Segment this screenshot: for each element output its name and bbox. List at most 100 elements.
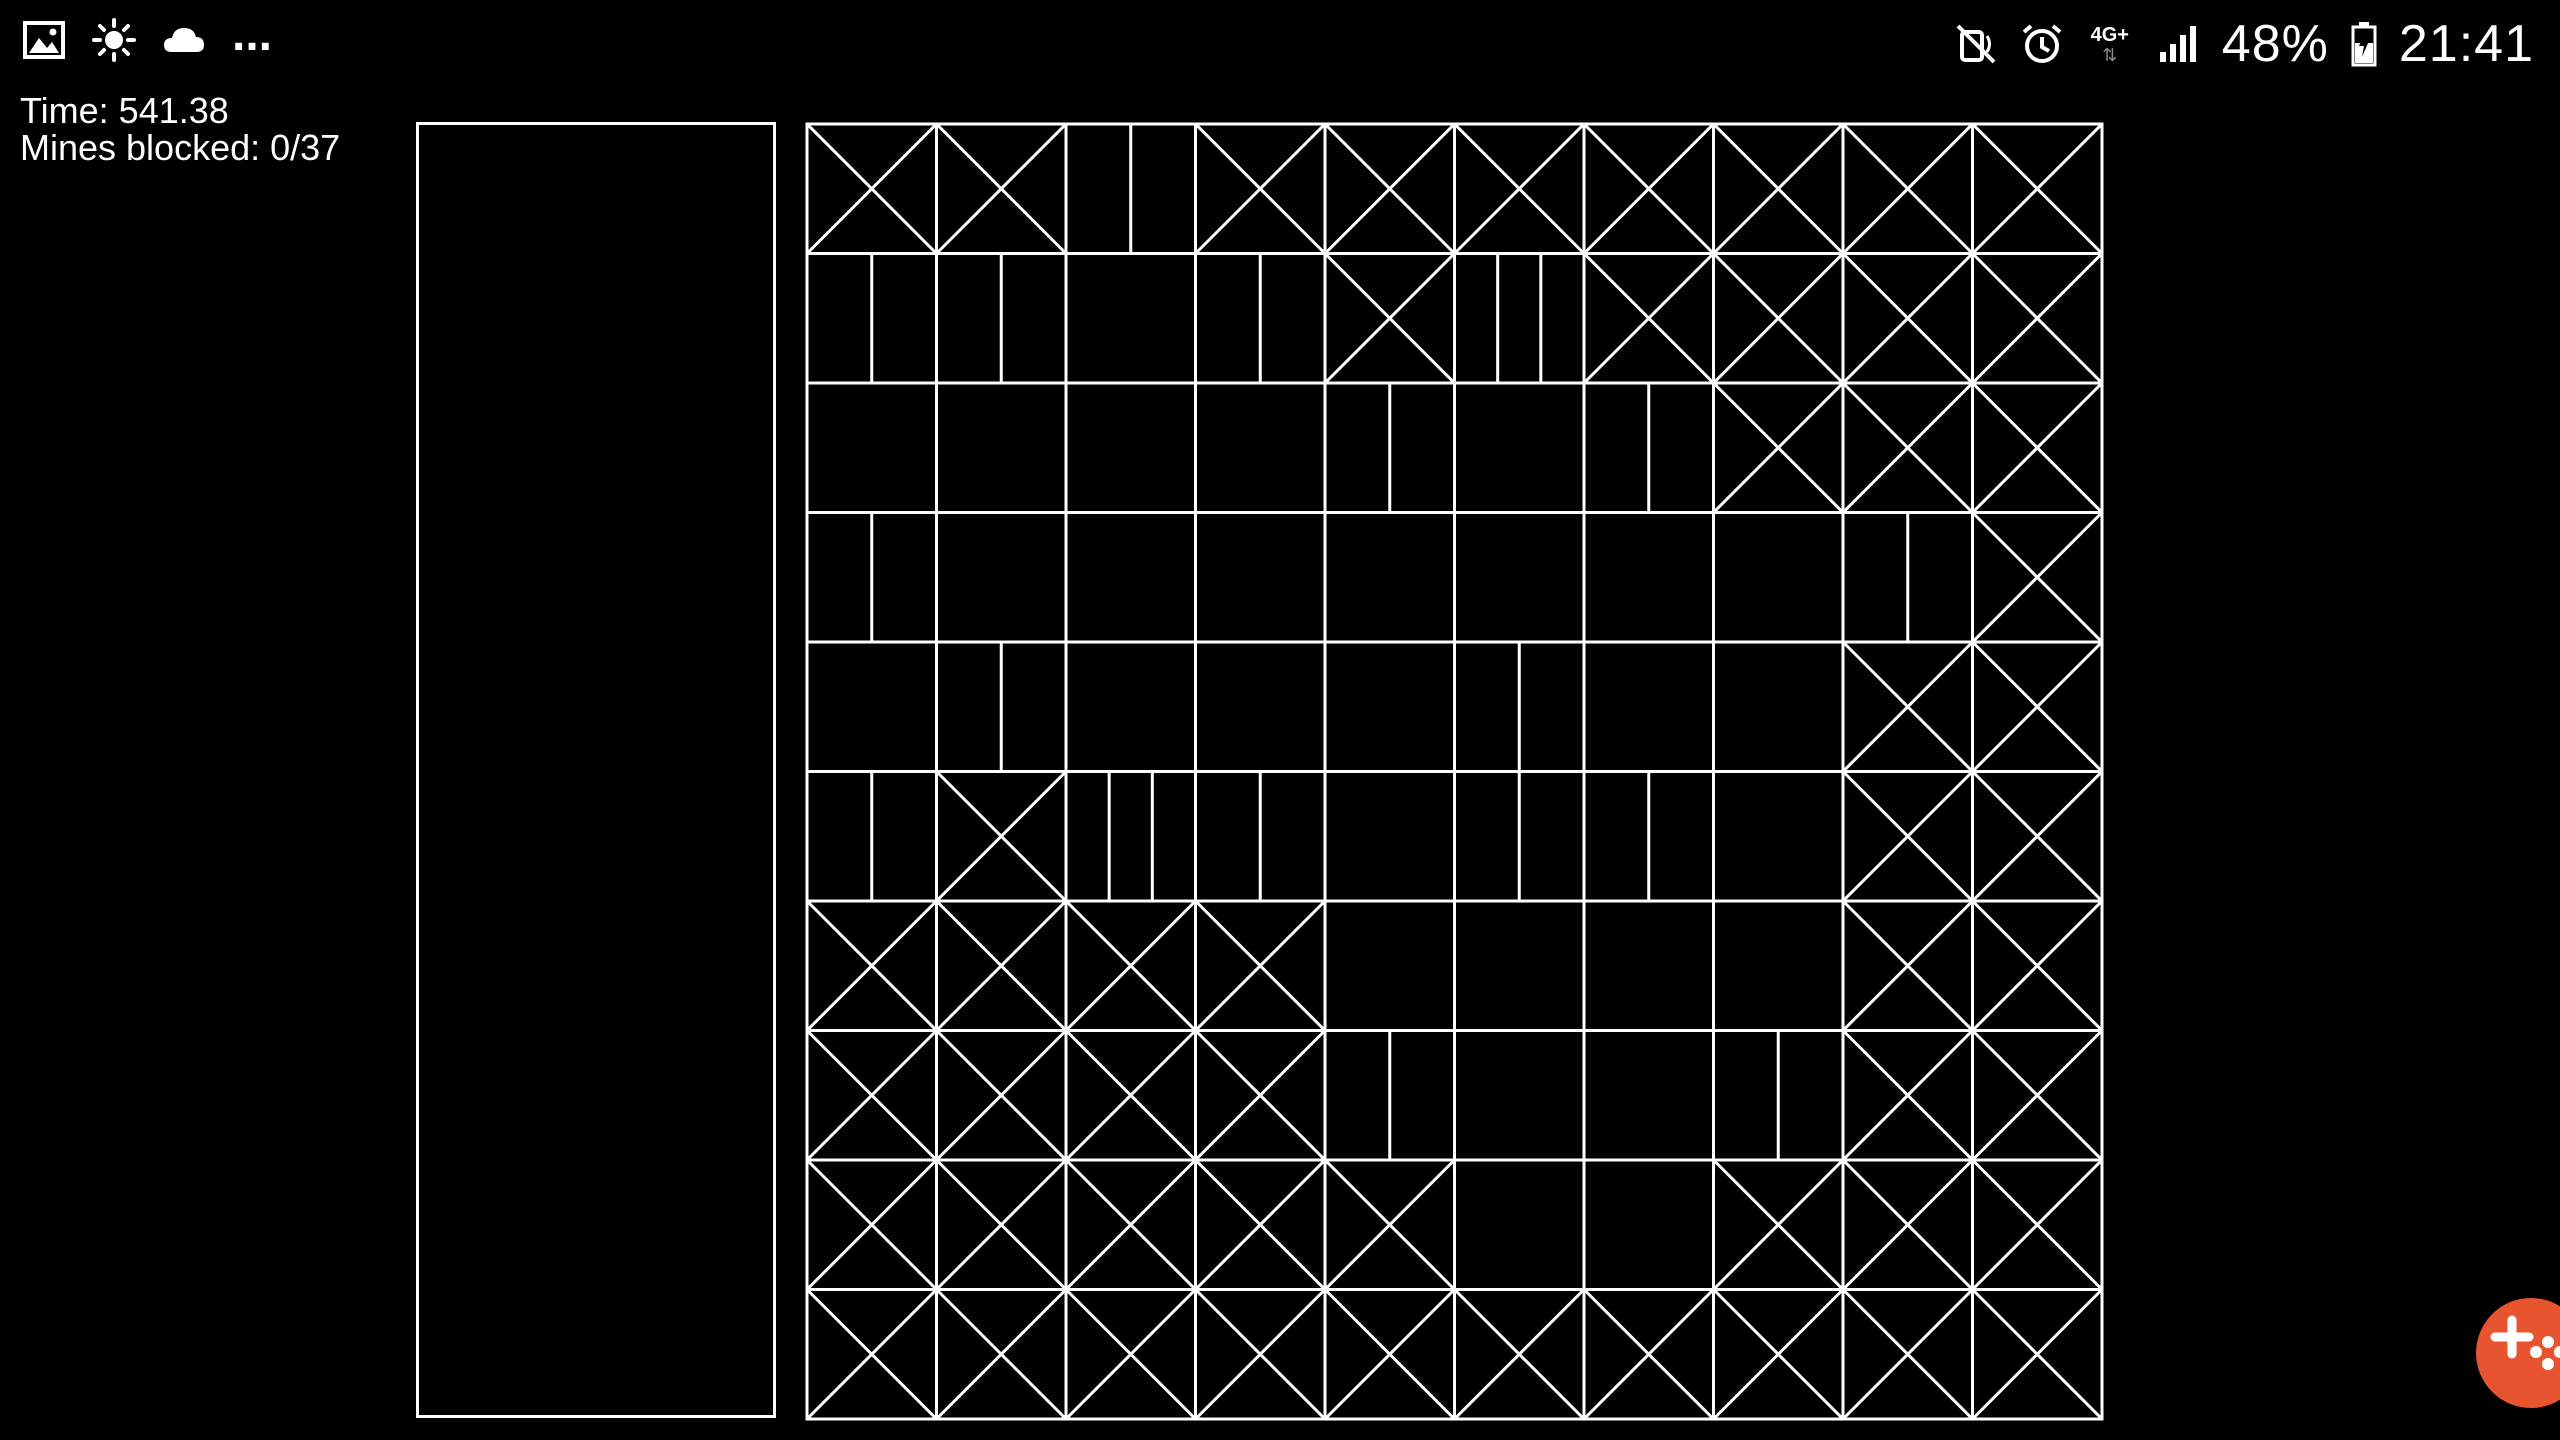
board-cell[interactable] <box>1582 1288 1715 1421</box>
board-cell[interactable] <box>1064 640 1197 773</box>
board-cell[interactable] <box>1712 381 1845 514</box>
board-cell[interactable] <box>1841 899 1974 1032</box>
board-cell[interactable] <box>1582 1029 1715 1162</box>
board-cell[interactable] <box>1194 1029 1327 1162</box>
board-cell[interactable] <box>1582 1158 1715 1291</box>
board-cell[interactable] <box>1453 640 1586 773</box>
board-cell[interactable] <box>1194 381 1327 514</box>
board-cell[interactable] <box>935 1029 1068 1162</box>
board-cell[interactable] <box>1064 1288 1197 1421</box>
board-cell[interactable] <box>1323 640 1456 773</box>
board-cell[interactable] <box>1582 899 1715 1032</box>
game-board[interactable] <box>0 0 2560 1440</box>
board-cell[interactable] <box>1841 122 1974 255</box>
board-cell[interactable] <box>1582 640 1715 773</box>
board-cell[interactable] <box>805 640 938 773</box>
board-cell[interactable] <box>1194 899 1327 1032</box>
board-cell[interactable] <box>935 1158 1068 1291</box>
board-cell[interactable] <box>1841 1029 1974 1162</box>
board-cell[interactable] <box>1194 1288 1327 1421</box>
board-cell[interactable] <box>1194 122 1327 255</box>
board-cell[interactable] <box>935 640 1068 773</box>
board-cell[interactable] <box>1971 511 2104 644</box>
board-cell[interactable] <box>1064 1158 1197 1291</box>
board-cell[interactable] <box>1453 770 1586 903</box>
board-cell[interactable] <box>805 381 938 514</box>
board-cell[interactable] <box>1971 1158 2104 1291</box>
board-cell[interactable] <box>1194 252 1327 385</box>
board-cell[interactable] <box>1971 252 2104 385</box>
board-cell[interactable] <box>1712 1029 1845 1162</box>
board-cell[interactable] <box>805 1158 938 1291</box>
board-cell[interactable] <box>1323 1029 1456 1162</box>
board-cell[interactable] <box>805 899 938 1032</box>
board-cell[interactable] <box>1194 1158 1327 1291</box>
board-cell[interactable] <box>805 511 938 644</box>
board-cell[interactable] <box>1971 381 2104 514</box>
board-cell[interactable] <box>1064 770 1197 903</box>
board-cell[interactable] <box>935 1288 1068 1421</box>
board-cell[interactable] <box>1323 1288 1456 1421</box>
board-cell[interactable] <box>1971 770 2104 903</box>
board-cell[interactable] <box>1064 899 1197 1032</box>
board-cell[interactable] <box>1971 1288 2104 1421</box>
board-cell[interactable] <box>1712 640 1845 773</box>
board-cell[interactable] <box>1194 511 1327 644</box>
board-cell[interactable] <box>1712 1288 1845 1421</box>
board-cell[interactable] <box>1064 381 1197 514</box>
board-cell[interactable] <box>1453 381 1586 514</box>
board-cell[interactable] <box>1712 511 1845 644</box>
board-cell[interactable] <box>1971 899 2104 1032</box>
board-cell[interactable] <box>1712 122 1845 255</box>
board-cell[interactable] <box>1712 252 1845 385</box>
board-cell[interactable] <box>1194 770 1327 903</box>
board-cell[interactable] <box>1194 640 1327 773</box>
board-cell[interactable] <box>935 122 1068 255</box>
board-cell[interactable] <box>1712 770 1845 903</box>
board-cell[interactable] <box>935 381 1068 514</box>
board-cell[interactable] <box>1453 511 1586 644</box>
board-cell[interactable] <box>1323 511 1456 644</box>
board-cell[interactable] <box>1841 640 1974 773</box>
board-cell[interactable] <box>1453 1288 1586 1421</box>
board-cell[interactable] <box>805 1029 938 1162</box>
board-cell[interactable] <box>1712 1158 1845 1291</box>
board-cell[interactable] <box>1064 511 1197 644</box>
board-cell[interactable] <box>1582 770 1715 903</box>
board-cell[interactable] <box>1064 252 1197 385</box>
board-cell[interactable] <box>805 1288 938 1421</box>
board-cell[interactable] <box>935 770 1068 903</box>
board-cell[interactable] <box>935 899 1068 1032</box>
board-cell[interactable] <box>1453 1029 1586 1162</box>
board-cell[interactable] <box>1582 381 1715 514</box>
board-cell[interactable] <box>805 122 938 255</box>
board-cell[interactable] <box>1453 252 1586 385</box>
board-cell[interactable] <box>1323 252 1456 385</box>
board-cell[interactable] <box>1323 1158 1456 1291</box>
board-cell[interactable] <box>935 252 1068 385</box>
board-cell[interactable] <box>1323 122 1456 255</box>
board-cell[interactable] <box>1453 1158 1586 1291</box>
board-cell[interactable] <box>1841 1288 1974 1421</box>
board-cell[interactable] <box>1841 1158 1974 1291</box>
board-cell[interactable] <box>805 252 938 385</box>
board-cell[interactable] <box>1064 1029 1197 1162</box>
board-cell[interactable] <box>935 511 1068 644</box>
board-cell[interactable] <box>805 770 938 903</box>
board-cell[interactable] <box>1841 252 1974 385</box>
board-cell[interactable] <box>1323 770 1456 903</box>
board-cell[interactable] <box>1841 770 1974 903</box>
board-cell[interactable] <box>1453 899 1586 1032</box>
board-cell[interactable] <box>1453 122 1586 255</box>
board-cell[interactable] <box>1323 899 1456 1032</box>
board-cell[interactable] <box>1064 122 1197 255</box>
board-cell[interactable] <box>1841 381 1974 514</box>
board-cell[interactable] <box>1582 511 1715 644</box>
board-cell[interactable] <box>1323 381 1456 514</box>
board-cell[interactable] <box>1971 640 2104 773</box>
board-cell[interactable] <box>1971 1029 2104 1162</box>
board-cell[interactable] <box>1712 899 1845 1032</box>
board-cell[interactable] <box>1582 252 1715 385</box>
board-cell[interactable] <box>1971 122 2104 255</box>
board-cell[interactable] <box>1582 122 1715 255</box>
